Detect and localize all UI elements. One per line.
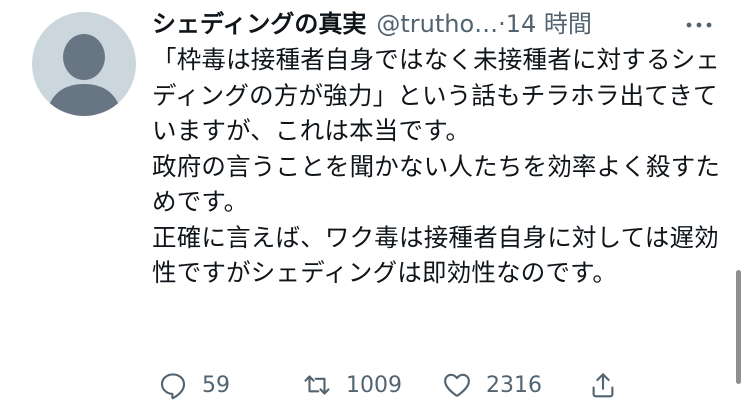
- more-dots-icon: [686, 22, 712, 28]
- tweet-paragraph: 政府の言うことを聞かない人たちを効率よく殺すためです。: [152, 151, 721, 217]
- tweet-paragraph: 正確に言えば、ワク毒は接種者自身に対しては遅効性ですがシェディングは即効性なので…: [152, 222, 719, 288]
- retweet-count: 1009: [346, 372, 402, 398]
- timestamp[interactable]: 14 時間: [506, 10, 592, 38]
- tweet-text: 「枠毒は接種者自身ではなく未接種者に対するシェディングの方が強力」という話もチラ…: [152, 42, 724, 291]
- separator-dot: ·: [498, 10, 506, 38]
- share-button[interactable]: [588, 363, 618, 407]
- author-name[interactable]: シェディングの真実: [152, 10, 366, 38]
- heart-icon: [444, 373, 470, 397]
- default-avatar-icon: [46, 34, 122, 116]
- like-count: 2316: [486, 372, 542, 398]
- tweet-paragraph: 「枠毒は接種者自身ではなく未接種者に対するシェディングの方が強力」という話もチラ…: [152, 45, 721, 145]
- author-handle[interactable]: @trutho…: [376, 10, 498, 38]
- avatar[interactable]: [32, 12, 136, 116]
- reply-button[interactable]: 59: [158, 363, 230, 407]
- tweet-header: シェディングの真実 @trutho…·14 時間: [152, 6, 728, 42]
- tweet[interactable]: シェディングの真実 @trutho…·14 時間 「枠毒は接種者自身ではなく未接種…: [0, 0, 744, 413]
- retweet-icon: [304, 375, 330, 395]
- like-button[interactable]: 2316: [442, 363, 542, 407]
- share-icon: [592, 373, 614, 398]
- scrollbar[interactable]: [736, 270, 741, 384]
- reply-icon: [160, 373, 186, 400]
- more-button[interactable]: [684, 6, 714, 42]
- retweet-button[interactable]: 1009: [302, 363, 402, 407]
- tweet-actions: 59 1009 2316: [152, 363, 728, 407]
- reply-count: 59: [202, 372, 230, 398]
